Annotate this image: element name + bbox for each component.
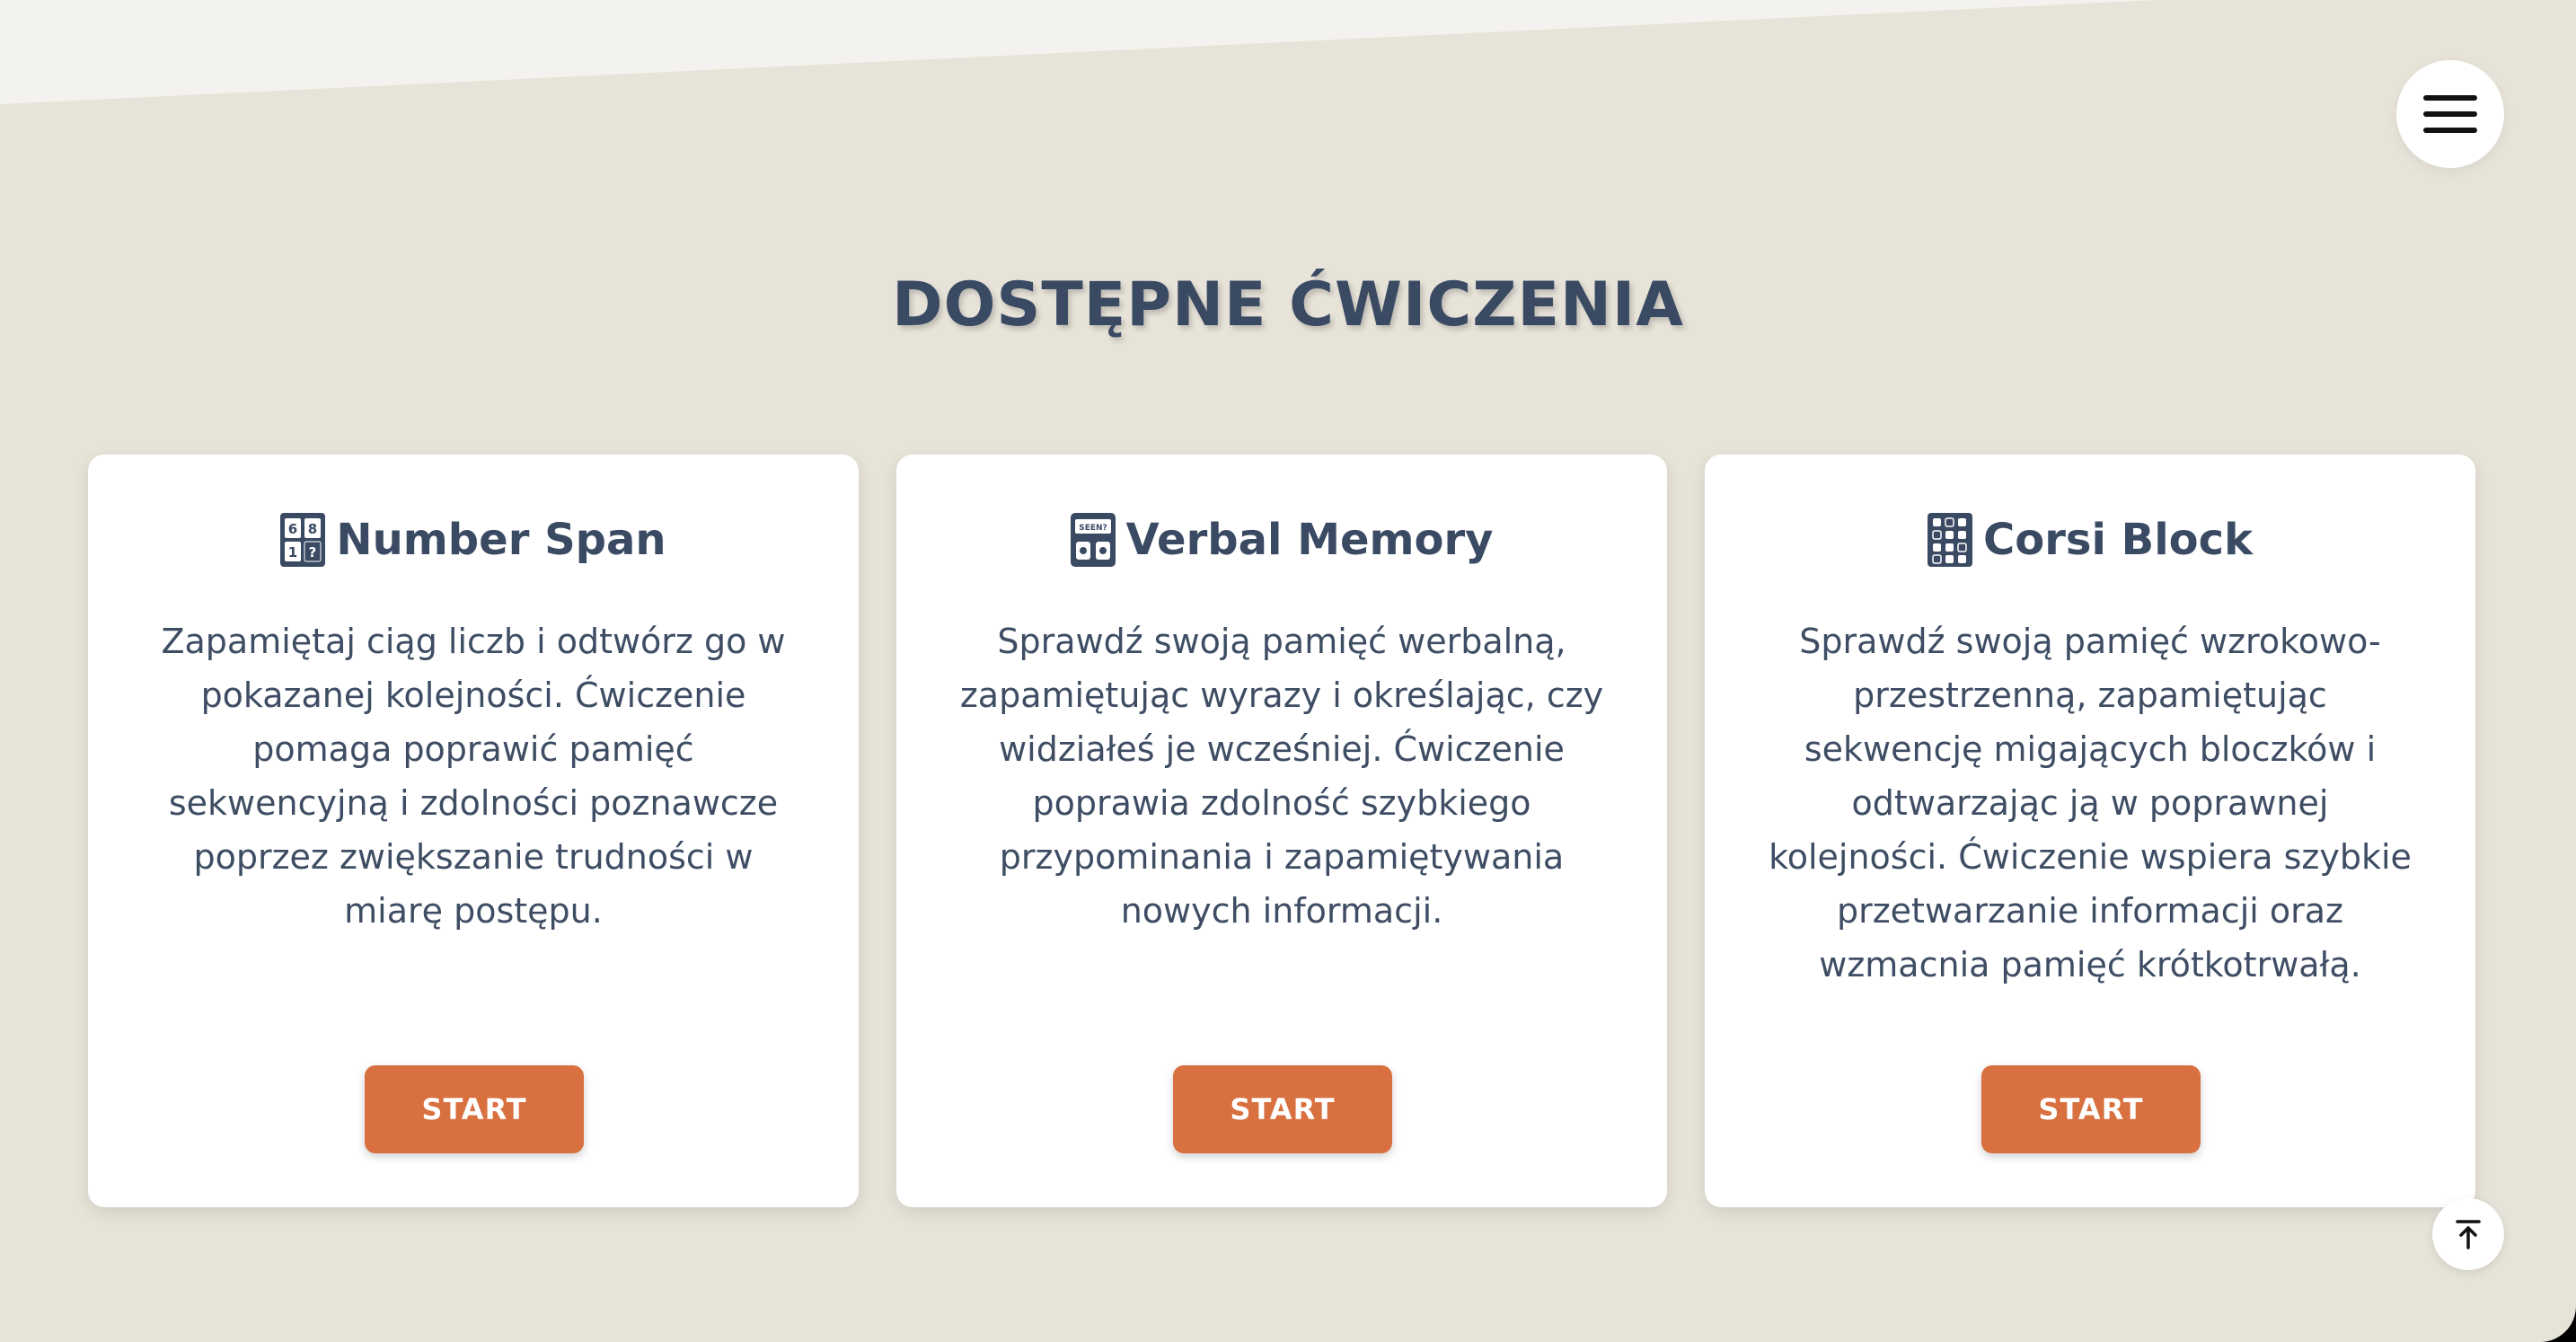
svg-text:1: 1 bbox=[288, 544, 297, 561]
hamburger-menu-icon-bar-2 bbox=[2423, 111, 2477, 117]
page-title: DOSTĘPNE ĆWICZENIA bbox=[892, 269, 1684, 340]
scroll-to-top-button[interactable] bbox=[2432, 1198, 2504, 1270]
menu-button[interactable] bbox=[2396, 60, 2504, 168]
hamburger-menu-icon-bar-3 bbox=[2423, 128, 2477, 133]
card-header: SEEN? Verbal Memory bbox=[896, 508, 1667, 571]
card-description: Sprawdź swoją pamięć werbalną, zapamiętu… bbox=[959, 622, 1604, 931]
exercise-card-verbal-memory: SEEN? Verbal Memory Sprawdź swoją pamięć… bbox=[896, 455, 1667, 1207]
page-viewport: DOSTĘPNE ĆWICZENIA 6 8 1 ? Number Span Z… bbox=[0, 0, 2576, 1342]
svg-text:?: ? bbox=[309, 544, 317, 561]
card-title: Verbal Memory bbox=[1125, 515, 1494, 565]
start-button-corsi-block[interactable]: START bbox=[1981, 1065, 2201, 1153]
start-button-verbal-memory[interactable]: START bbox=[1173, 1065, 1392, 1153]
exercise-card-corsi-block: Corsi Block Sprawdź swoją pamięć wzrokow… bbox=[1705, 455, 2475, 1207]
card-title: Corsi Block bbox=[1983, 515, 2253, 565]
seen-cards-icon: SEEN? bbox=[1070, 513, 1116, 567]
svg-text:SEEN?: SEEN? bbox=[1079, 524, 1107, 533]
card-header: Corsi Block bbox=[1705, 508, 2475, 571]
card-description: Sprawdź swoją pamięć wzrokowo-przestrzen… bbox=[1769, 622, 2412, 984]
hamburger-menu-icon bbox=[2423, 95, 2477, 101]
number-grid-icon: 6 8 1 ? bbox=[280, 513, 326, 567]
start-button-number-span[interactable]: START bbox=[365, 1065, 584, 1153]
card-description: Zapamiętaj ciąg liczb i odtwórz go w pok… bbox=[161, 622, 786, 931]
exercise-card-number-span: 6 8 1 ? Number Span Zapamiętaj ciąg licz… bbox=[88, 455, 859, 1207]
block-grid-icon bbox=[1928, 513, 1972, 567]
svg-text:6: 6 bbox=[288, 521, 297, 537]
card-header: 6 8 1 ? Number Span bbox=[88, 508, 859, 571]
top-decorative-band bbox=[0, 0, 2156, 104]
svg-text:8: 8 bbox=[308, 521, 317, 537]
arrow-up-to-top-icon bbox=[2456, 1220, 2481, 1249]
card-title: Number Span bbox=[336, 515, 666, 565]
